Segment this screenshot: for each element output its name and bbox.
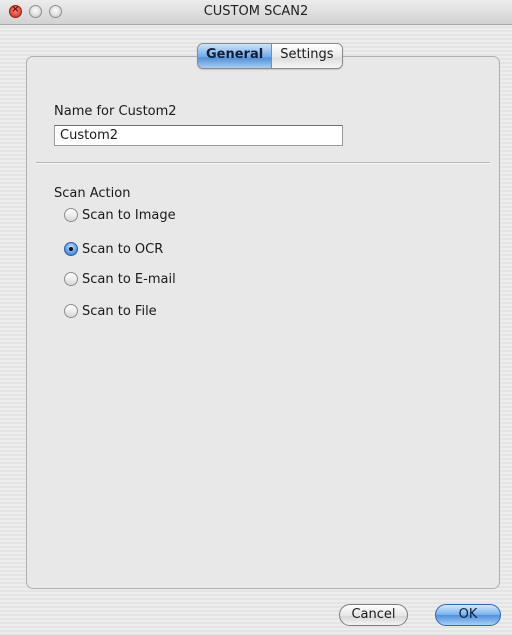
tab-settings[interactable]: Settings [271, 44, 342, 68]
radio-label: Scan to E-mail [82, 271, 176, 287]
name-field-label: Name for Custom2 [54, 104, 177, 119]
window-title: CUSTOM SCAN2 [203, 4, 309, 19]
section-divider [36, 162, 490, 164]
name-input[interactable] [54, 125, 343, 146]
radio-button[interactable] [64, 208, 78, 222]
radio-scan-to-image[interactable]: Scan to Image [64, 206, 176, 224]
radio-label: Scan to Image [82, 207, 176, 223]
cancel-button[interactable]: Cancel [339, 604, 408, 626]
radio-label: Scan to File [82, 303, 157, 319]
tab-bar: General Settings [197, 43, 343, 69]
scan-action-label: Scan Action [54, 186, 131, 201]
ok-button[interactable]: OK [435, 604, 501, 626]
radio-button-selected[interactable] [64, 242, 78, 256]
radio-button[interactable] [64, 272, 78, 286]
radio-scan-to-ocr[interactable]: Scan to OCR [64, 240, 163, 258]
dialog-window: × CUSTOM SCAN2 General Settings Name for… [0, 0, 512, 635]
radio-scan-to-email[interactable]: Scan to E-mail [64, 270, 176, 288]
tab-general[interactable]: General [198, 44, 272, 68]
radio-scan-to-file[interactable]: Scan to File [64, 302, 157, 320]
radio-button[interactable] [64, 304, 78, 318]
radio-label: Scan to OCR [82, 241, 164, 257]
title-bar[interactable]: × CUSTOM SCAN2 [0, 0, 512, 25]
